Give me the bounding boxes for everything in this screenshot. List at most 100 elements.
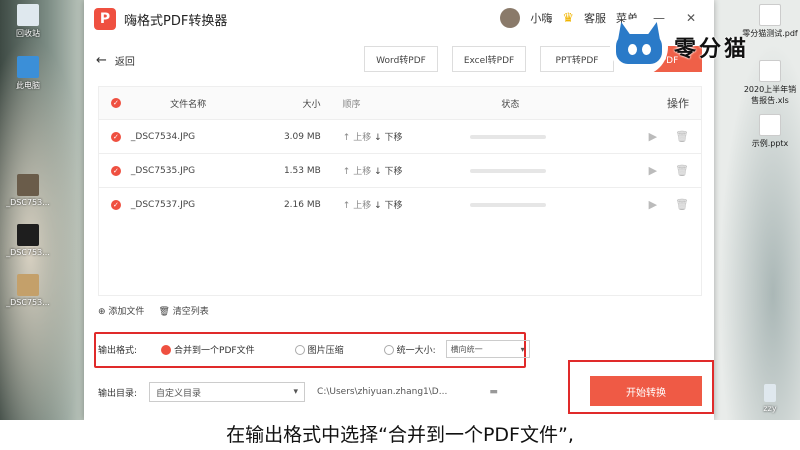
file-size: 2.16 MB: [283, 199, 321, 210]
image-file-icon: [17, 174, 39, 196]
vip-crown-icon: ♛: [562, 10, 574, 26]
archive-file-icon: [764, 384, 776, 402]
status-cell: [444, 168, 622, 173]
merge-pdf-radio[interactable]: 合并到一个PDF文件: [161, 343, 255, 356]
desktop-icon-pdf[interactable]: 零分猫测试.pdf: [742, 4, 798, 39]
recycle-bin-icon: [17, 4, 39, 26]
desktop-icon-image-2[interactable]: _DSC753...: [0, 224, 56, 257]
trash-icon: 🗑: [158, 307, 170, 317]
status-cell: [444, 134, 622, 139]
desktop-icon-image-3[interactable]: _DSC753...: [0, 274, 56, 307]
file-size: 3.09 MB: [283, 131, 321, 142]
table-row[interactable]: ✓ _DSC7535.JPG 1.53 MB ↑ 上移 ↓ 下移 ▶ 🗑: [99, 153, 701, 187]
back-label: 返回: [114, 56, 135, 68]
app-logo-icon: P: [94, 8, 116, 30]
order-controls: ↑ 上移 ↓ 下移: [335, 130, 444, 143]
row-actions: ▶ 🗑: [622, 164, 701, 177]
uniform-size-radio[interactable]: 统一大小:: [383, 343, 436, 356]
trash-icon[interactable]: 🗑: [675, 164, 689, 177]
desktop-icon-label: 此电脑: [16, 81, 40, 90]
move-down-button[interactable]: ↓ 下移: [374, 201, 402, 211]
radio-icon: [294, 345, 305, 355]
trash-icon[interactable]: 🗑: [675, 198, 689, 211]
desktop-icon-label: _DSC753...: [6, 198, 50, 207]
desktop-icon-recycle-bin[interactable]: 回收站: [0, 4, 56, 39]
order-controls: ↑ 上移 ↓ 下移: [335, 198, 444, 211]
desktop-icon-label: zzy: [763, 404, 777, 413]
file-name: _DSC7535.JPG: [130, 165, 196, 176]
output-dir-path: C:\Users\zhiyuan.zhang1\D...: [317, 387, 448, 397]
header-status: 状态: [501, 99, 520, 110]
output-format-row: 输出格式: 合并到一个PDF文件 图片压缩 统一大小: 横向统一 ▾: [98, 340, 530, 358]
output-dir-label: 输出目录:: [98, 388, 138, 399]
progress-bar: [469, 202, 546, 207]
table-row[interactable]: ✓ _DSC7534.JPG 3.09 MB ↑ 上移 ↓ 下移 ▶ 🗑: [99, 119, 701, 153]
play-icon[interactable]: ▶: [649, 198, 657, 211]
trash-icon[interactable]: 🗑: [675, 130, 689, 143]
plus-circle-icon: ⊕: [98, 307, 106, 317]
desktop-icon-label: 示例.pptx: [751, 139, 789, 148]
play-icon[interactable]: ▶: [649, 164, 657, 177]
file-name: _DSC7534.JPG: [130, 131, 196, 142]
desktop-icon-zzy[interactable]: zzy: [742, 384, 798, 413]
radio-icon: [383, 345, 394, 355]
video-subtitle: 在输出格式中选择“合并到一个PDF文件”,: [0, 420, 800, 450]
compress-image-radio[interactable]: 图片压缩: [294, 343, 344, 356]
row-checkbox[interactable]: ✓: [111, 199, 121, 210]
presentation-file-icon: [759, 114, 781, 136]
desktop-icon-label: 2020上半年销售报告.xls: [743, 85, 797, 105]
row-checkbox[interactable]: ✓: [111, 165, 121, 176]
start-convert-button[interactable]: 开始转换: [590, 376, 702, 406]
avatar[interactable]: [500, 8, 521, 28]
play-icon[interactable]: ▶: [649, 130, 657, 143]
table-row[interactable]: ✓ _DSC7537.JPG 2.16 MB ↑ 上移 ↓ 下移 ▶ 🗑: [99, 187, 701, 221]
watermark-text: 零分猫: [674, 37, 750, 62]
progress-bar: [469, 168, 546, 173]
chevron-down-icon: ▾: [293, 387, 299, 397]
chevron-down-icon: ▾: [520, 344, 525, 354]
desktop-icon-image-1[interactable]: _DSC753...: [0, 174, 56, 207]
move-down-button[interactable]: ↓ 下移: [374, 133, 402, 143]
uniform-size-select[interactable]: 横向统一 ▾: [445, 340, 530, 358]
clear-list-button[interactable]: 🗑 清空列表: [158, 304, 208, 317]
desktop-icon-this-pc[interactable]: 此电脑: [0, 56, 56, 91]
output-dir-select[interactable]: 自定义目录 ▾: [149, 382, 306, 402]
add-file-button[interactable]: ⊕ 添加文件: [98, 304, 144, 317]
folder-icon[interactable]: ▬: [489, 387, 498, 397]
cat-logo-icon: [610, 18, 668, 76]
file-name: _DSC7537.JPG: [130, 199, 196, 210]
arrow-left-icon: ←: [96, 52, 107, 68]
output-dir-row: 输出目录: 自定义目录 ▾ C:\Users\zhiyuan.zhang1\D..…: [98, 382, 498, 402]
user-name[interactable]: 小嗨: [530, 10, 552, 26]
service-button[interactable]: 客服: [584, 10, 606, 26]
radio-checked-icon: [161, 345, 172, 355]
move-up-button[interactable]: ↑ 上移: [343, 167, 371, 177]
file-size: 1.53 MB: [283, 165, 321, 176]
app-title: 嗨格式PDF转换器: [124, 13, 228, 29]
watermark-logo: 零分猫: [610, 18, 749, 76]
desktop-icon-xls[interactable]: 2020上半年销售报告.xls: [742, 60, 798, 106]
select-all-checkbox[interactable]: ✓: [111, 98, 121, 108]
pdf-file-icon: [759, 4, 781, 26]
row-checkbox[interactable]: ✓: [111, 131, 121, 142]
spreadsheet-file-icon: [759, 60, 781, 82]
header-size: 大小: [302, 99, 321, 110]
tab-excel-to-pdf[interactable]: Excel转PDF: [452, 46, 526, 72]
move-down-button[interactable]: ↓ 下移: [374, 167, 402, 177]
move-up-button[interactable]: ↑ 上移: [343, 201, 371, 211]
desktop-icon-pptx[interactable]: 示例.pptx: [742, 114, 798, 149]
image-file-icon: [17, 224, 39, 246]
move-up-button[interactable]: ↑ 上移: [343, 133, 371, 143]
tab-word-to-pdf[interactable]: Word转PDF: [364, 46, 438, 72]
progress-bar: [469, 134, 546, 139]
header-name: 文件名称: [170, 99, 207, 110]
desktop-icon-label: _DSC753...: [6, 248, 50, 257]
computer-icon: [17, 56, 39, 78]
output-format-label: 输出格式:: [98, 345, 138, 356]
desktop-icon-label: 回收站: [16, 29, 40, 38]
tab-ppt-to-pdf[interactable]: PPT转PDF: [540, 46, 614, 72]
header-order: 顺序: [342, 99, 361, 110]
list-actions: ⊕ 添加文件 🗑 清空列表: [98, 304, 209, 317]
back-button[interactable]: ← 返回: [96, 53, 135, 68]
header-op: 操作: [667, 97, 689, 110]
